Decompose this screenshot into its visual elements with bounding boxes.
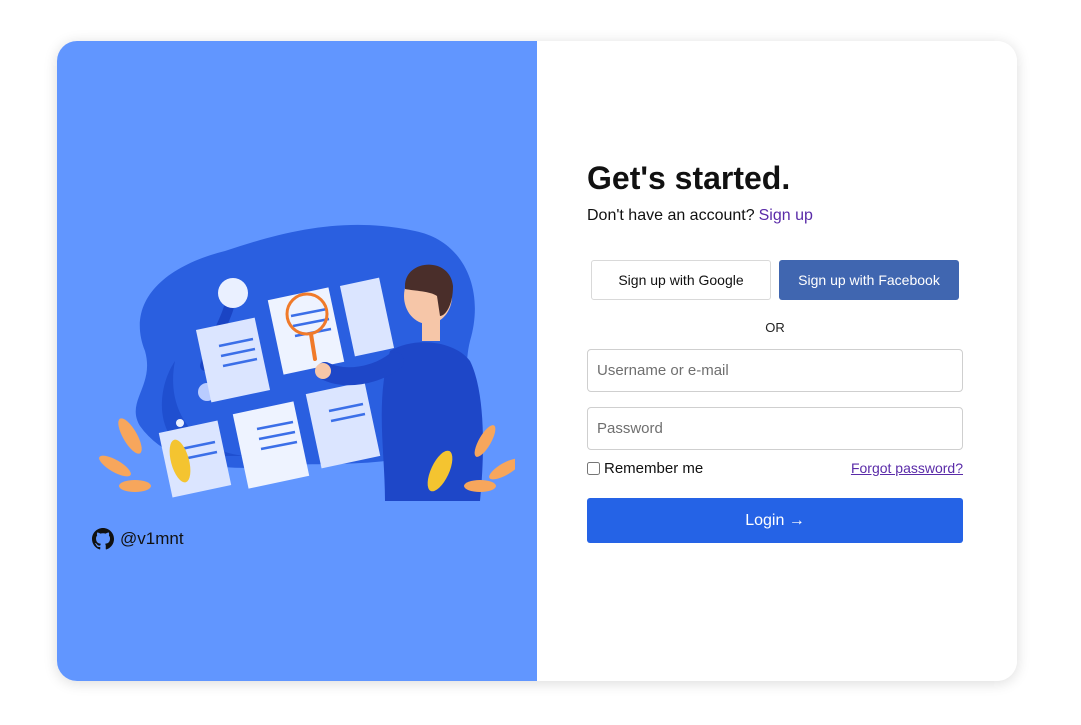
password-input[interactable]: [587, 407, 963, 450]
signup-link[interactable]: Sign up: [759, 207, 813, 224]
remember-me-checkbox[interactable]: [587, 462, 600, 475]
remember-me[interactable]: Remember me: [587, 460, 703, 477]
page-title: Get's started.: [587, 160, 791, 196]
or-divider: OR: [765, 320, 785, 335]
login-button[interactable]: Login →: [587, 498, 963, 543]
person-reviewing-documents-illustration: [99, 224, 515, 501]
forgot-password-link[interactable]: Forgot password?: [851, 460, 963, 476]
login-card: @v1mnt Get's started. Don't have an acco…: [57, 41, 1017, 681]
author-handle[interactable]: @v1mnt: [120, 529, 184, 549]
login-form-panel: Get's started. Don't have an account? Sig…: [537, 41, 1017, 681]
github-icon: [92, 528, 114, 550]
google-signup-button[interactable]: Sign up with Google: [591, 260, 771, 300]
remember-me-label: Remember me: [604, 460, 704, 477]
facebook-signup-button[interactable]: Sign up with Facebook: [779, 260, 959, 300]
illustration-panel: @v1mnt: [57, 41, 537, 681]
author-credit[interactable]: @v1mnt: [92, 528, 184, 550]
signup-prompt: Don't have an account? Sign up: [587, 207, 813, 225]
username-input[interactable]: [587, 349, 963, 392]
signup-prompt-text: Don't have an account?: [587, 207, 755, 224]
